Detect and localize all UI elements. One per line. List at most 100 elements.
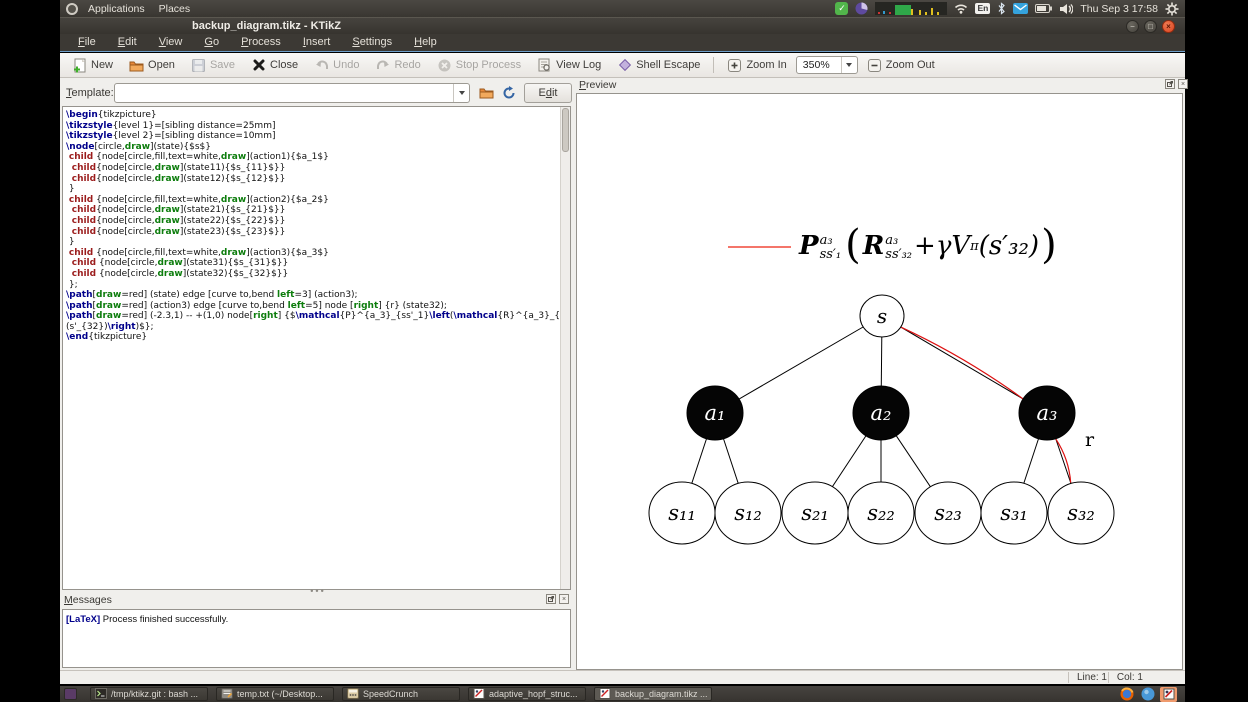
code-line[interactable]: \path[draw=red] (-2.3,1) -- +(1,0) node[… [66,311,560,322]
open-button[interactable]: Open [122,56,182,75]
save-button[interactable]: Save [184,56,242,75]
menu-view[interactable]: View [149,35,193,50]
code-line[interactable]: \path[draw=red] (state) edge [curve to,b… [66,290,560,301]
zoom-level-combo[interactable]: 350% [795,56,858,74]
menu-go[interactable]: Go [194,35,229,50]
code-line[interactable]: child {node[circle,fill,text=white,draw]… [66,195,560,206]
ktikz-icon [473,688,485,700]
template-open-button[interactable] [476,83,496,103]
zoom-in-button[interactable]: Zoom In [720,56,793,75]
preview-close-button[interactable]: × [1178,79,1188,89]
taskbar-window-button[interactable]: backup_diagram.tikz ... [594,687,712,701]
code-line[interactable]: child {node[circle,draw](state32){$s_{32… [66,269,560,280]
code-line[interactable]: \tikzstyle{level 2}=[sibling distance=10… [66,131,560,142]
view-log-button[interactable]: View Log [530,56,608,75]
zoom-combo-arrow[interactable] [840,57,857,73]
preview-pane[interactable]: r s a₁ a₂ a₃ s₁₁ s₁₂ s₂₁ s₂₂ s₂₃ s₃₁ s₃₂ Pa₃ ss′₁(Ra… [576,93,1183,670]
menu-insert[interactable]: Insert [293,35,341,50]
open-folder-icon [129,58,144,73]
code-line[interactable]: } [66,237,560,248]
keyboard-layout-indicator[interactable]: En [975,3,991,14]
zoom-out-button[interactable]: Zoom Out [860,56,942,75]
menu-settings[interactable]: Settings [342,35,402,50]
menu-help[interactable]: Help [404,35,447,50]
taskbar-window-button[interactable]: /tmp/ktikz.git : bash ... [90,687,208,701]
wifi-icon[interactable] [954,3,968,14]
code-line[interactable]: child{node[circle,draw](state21){$s_{21}… [66,205,560,216]
applications-menu[interactable]: Applications [84,3,149,15]
taskbar-window-label: SpeedCrunch [363,689,419,699]
code-line[interactable]: \end{tikzpicture} [66,332,560,343]
messages-pane[interactable]: [LaTeX] Process finished successfully. [62,609,571,668]
time-tracker-pie-icon[interactable] [855,2,868,15]
status-line: Line: 1 [1067,672,1107,683]
redo-button[interactable]: Redo [368,56,427,75]
code-line[interactable]: child {node[circle,fill,text=white,draw]… [66,248,560,259]
taskbar-window-button[interactable]: adaptive_hopf_struc... [468,687,586,701]
close-file-button[interactable]: Close [244,56,305,75]
distro-logo-icon[interactable] [66,2,78,15]
undo-button[interactable]: Undo [307,56,366,75]
tree-node-label: s₁₁ [668,501,696,525]
code-line[interactable]: child{node[circle,draw](state12){$s_{12}… [66,174,560,185]
formula-red-line [728,246,791,248]
messages-float-button[interactable] [546,594,556,604]
code-line[interactable]: child{node[circle,draw](state11){$s_{11}… [66,163,560,174]
mail-icon[interactable] [1013,3,1029,14]
menu-process[interactable]: Process [231,35,291,50]
updates-ok-icon[interactable]: ✓ [835,2,849,15]
stop-process-button[interactable]: Stop Process [430,56,528,75]
code-line[interactable]: \path[draw=red] (action3) edge [curve to… [66,301,560,312]
code-editor-pane: \begin{tikzpicture} \tikzstyle{level 1}=[… [62,106,571,590]
code-editor[interactable]: \begin{tikzpicture} \tikzstyle{level 1}=[… [63,107,560,589]
stop-circle-icon [437,58,452,73]
editor-scrollbar-thumb[interactable] [562,108,569,152]
messages-close-button[interactable]: × [559,594,569,604]
formula-R: R [862,231,885,261]
code-line[interactable]: child{node[circle,draw](state22){$s_{22}… [66,216,560,227]
blue-app-icon[interactable] [1139,687,1156,702]
battery-icon[interactable] [1035,4,1053,13]
editor-scrollbar[interactable] [560,107,570,589]
tree-node-label: s₃₁ [1000,501,1028,525]
formula-P: P [799,231,819,261]
close-button[interactable]: × [1162,20,1175,33]
ktikz-launcher-icon[interactable] [1160,686,1177,702]
menu-edit[interactable]: Edit [108,35,147,50]
template-reload-button[interactable] [499,83,519,103]
bluetooth-icon[interactable] [997,2,1006,15]
splitter-handle[interactable]: ••• [300,587,336,596]
taskbar-window-button[interactable]: SpeedCrunch [342,687,460,701]
new-button[interactable]: New [65,56,120,75]
code-line[interactable]: \begin{tikzpicture} [66,110,560,121]
code-line[interactable]: child {node[circle,draw](state31){$s_{31… [66,258,560,269]
window-titlebar[interactable]: backup_diagram.tikz - KTikZ − □ × [60,17,1185,34]
volume-icon[interactable] [1059,3,1074,15]
template-edit-button[interactable]: Edit [524,82,572,103]
session-gear-icon[interactable] [1165,2,1179,16]
code-line[interactable]: child{node[circle,draw](state23){$s_{23}… [66,227,560,238]
places-menu[interactable]: Places [155,3,195,15]
undo-arrow-icon [314,58,329,73]
status-col: Col: 1 [1107,672,1143,683]
template-combo-arrow[interactable] [453,83,469,102]
file-manager-icon[interactable] [64,688,77,700]
shell-escape-button[interactable]: Shell Escape [610,56,707,75]
code-line[interactable]: }; [66,280,560,291]
taskbar-window-button[interactable]: temp.txt (~/Desktop... [216,687,334,701]
menu-file[interactable]: File [68,35,106,50]
code-line[interactable]: child {node[circle,fill,text=white,draw]… [66,152,560,163]
tree-node-label: a₂ [871,401,892,425]
code-line[interactable]: } [66,184,560,195]
firefox-icon[interactable] [1118,687,1135,702]
system-monitor-graph[interactable] [875,2,948,15]
code-line[interactable]: \node[circle,draw](state){$s$} [66,142,560,153]
code-line[interactable]: \tikzstyle{level 1}=[sibling distance=25… [66,121,560,132]
minimize-button[interactable]: − [1126,20,1139,33]
template-combo[interactable] [114,82,470,103]
maximize-button[interactable]: □ [1144,20,1157,33]
preview-diagram: r s a₁ a₂ a₃ s₁₁ s₁₂ s₂₁ s₂₂ s₂₃ s₃₁ s₃₂ [648,294,1115,545]
code-line[interactable]: (s'_{32})\right)$}; [66,322,560,333]
preview-float-button[interactable] [1165,79,1175,89]
clock[interactable]: Thu Sep 3 17:58 [1080,3,1158,15]
